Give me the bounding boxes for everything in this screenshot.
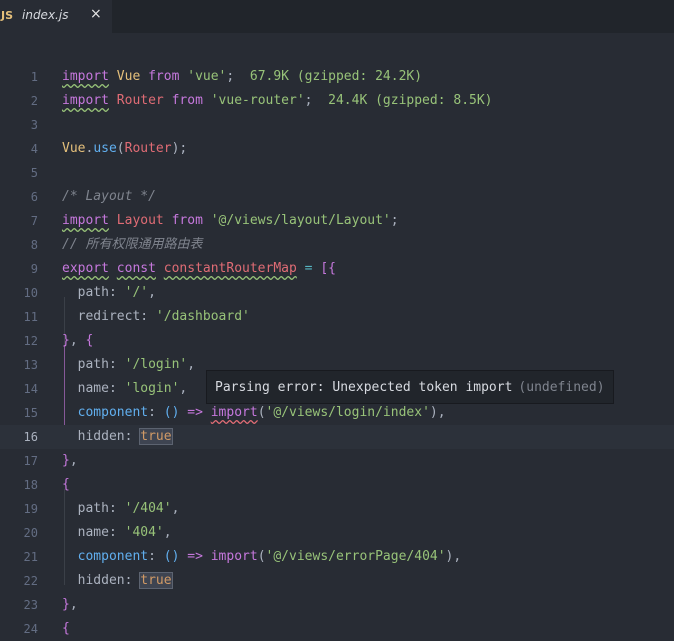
code-text: }, bbox=[62, 453, 78, 468]
line-number: 12 bbox=[23, 334, 38, 348]
tab-index-js[interactable]: JS index.js × bbox=[0, 0, 112, 33]
code-line[interactable]: 3 bbox=[0, 113, 674, 137]
line-number: 18 bbox=[23, 478, 38, 492]
code-text: // 所有权限通用路由表 bbox=[62, 237, 203, 252]
line-number: 24 bbox=[23, 622, 38, 636]
code-line[interactable]: 22 hidden: true bbox=[0, 569, 674, 593]
line-number: 17 bbox=[23, 454, 38, 468]
code-line[interactable]: 19 path: '/404', bbox=[0, 497, 674, 521]
line-number: 19 bbox=[23, 502, 38, 516]
code-text: }, { bbox=[62, 333, 94, 348]
line-number: 6 bbox=[30, 190, 38, 204]
line-number: 23 bbox=[23, 598, 38, 612]
code-text: component: () => import('@/views/login/i… bbox=[77, 405, 446, 420]
code-line[interactable]: 17}, bbox=[0, 449, 674, 473]
line-number: 11 bbox=[23, 310, 38, 324]
lint-error-tooltip: Parsing error: Unexpected token import (… bbox=[206, 370, 614, 404]
close-icon[interactable]: × bbox=[90, 6, 102, 22]
code-text: hidden: true bbox=[62, 572, 173, 589]
line-number: 5 bbox=[30, 166, 38, 180]
line-number: 15 bbox=[23, 406, 38, 420]
tab-bar: JS index.js × bbox=[0, 0, 674, 33]
code-line[interactable]: 2 import Router from 'vue-router'; 24.4K … bbox=[0, 89, 674, 113]
code-line[interactable]: 5 bbox=[0, 161, 674, 185]
code-text: { bbox=[62, 621, 70, 636]
line-number: 3 bbox=[30, 118, 38, 132]
code-text: name: 'login', bbox=[62, 381, 188, 396]
code-line[interactable]: 20 name: '404', bbox=[0, 521, 674, 545]
code-text: import Layout from '@/views/layout/Layou… bbox=[62, 213, 399, 228]
line-number: 20 bbox=[23, 526, 38, 540]
code-text: }, bbox=[62, 597, 78, 612]
code-text: import Router from 'vue-router'; 24.4K (… bbox=[62, 93, 493, 108]
code-line[interactable]: 11 redirect: '/dashboard' bbox=[0, 305, 674, 329]
tooltip-source: (undefined) bbox=[518, 379, 605, 395]
code-line[interactable]: 16 hidden: true bbox=[0, 425, 674, 449]
line-number: 4 bbox=[30, 142, 38, 156]
code-text: { bbox=[62, 477, 70, 492]
code-line[interactable]: 15 component: () => import('@/views/logi… bbox=[0, 401, 674, 425]
code-text: name: '404', bbox=[62, 525, 172, 540]
line-number: 10 bbox=[23, 286, 38, 300]
code-line[interactable]: 9 export const constantRouterMap = [{ bbox=[0, 257, 674, 281]
code-text: path: '/404', bbox=[62, 501, 180, 516]
line-number: 14 bbox=[23, 382, 38, 396]
line-number: 8 bbox=[30, 238, 38, 252]
code-line[interactable]: 6 /* Layout */ bbox=[0, 185, 674, 209]
tooltip-message: Parsing error: Unexpected token import bbox=[215, 379, 513, 395]
code-text: Vue.use(Router); bbox=[62, 141, 188, 156]
code-line[interactable]: 18 { bbox=[0, 473, 674, 497]
js-file-icon: JS bbox=[1, 9, 14, 22]
code-text: /* Layout */ bbox=[62, 189, 156, 204]
line-number: 21 bbox=[23, 550, 38, 564]
code-line[interactable]: 23}, bbox=[0, 593, 674, 617]
code-line[interactable]: 21 component: () => import('@/views/erro… bbox=[0, 545, 674, 569]
code-text: import Vue from 'vue'; 67.9K (gzipped: 2… bbox=[62, 69, 423, 84]
line-number: 9 bbox=[30, 262, 38, 276]
line-number: 13 bbox=[23, 358, 38, 372]
code-line[interactable]: 4 Vue.use(Router); bbox=[0, 137, 674, 161]
code-text: path: '/login', bbox=[62, 357, 196, 372]
code-line[interactable]: 24 { bbox=[0, 617, 674, 641]
code-text: hidden: true bbox=[62, 428, 173, 445]
code-line[interactable]: 7 import Layout from '@/views/layout/Layo… bbox=[0, 209, 674, 233]
code-line[interactable]: 12 }, { bbox=[0, 329, 674, 353]
code-text: path: '/', bbox=[62, 285, 156, 300]
code-line[interactable]: 1 import Vue from 'vue'; 67.9K (gzipped: … bbox=[0, 65, 674, 89]
line-number: 2 bbox=[30, 94, 38, 108]
line-number: 1 bbox=[30, 70, 38, 84]
code-text: export const constantRouterMap = [{ bbox=[62, 261, 336, 276]
code-line[interactable]: 10 path: '/', bbox=[0, 281, 674, 305]
line-number: 22 bbox=[23, 574, 38, 588]
code-editor[interactable]: 1 import Vue from 'vue'; 67.9K (gzipped: … bbox=[0, 33, 674, 636]
tab-title: index.js bbox=[22, 8, 69, 22]
code-line[interactable]: 8 // 所有权限通用路由表 bbox=[0, 233, 674, 257]
code-text: redirect: '/dashboard' bbox=[62, 309, 250, 324]
code-text: component: () => import('@/views/errorPa… bbox=[77, 549, 462, 564]
line-number: 7 bbox=[30, 214, 38, 228]
line-number: 16 bbox=[23, 430, 38, 444]
